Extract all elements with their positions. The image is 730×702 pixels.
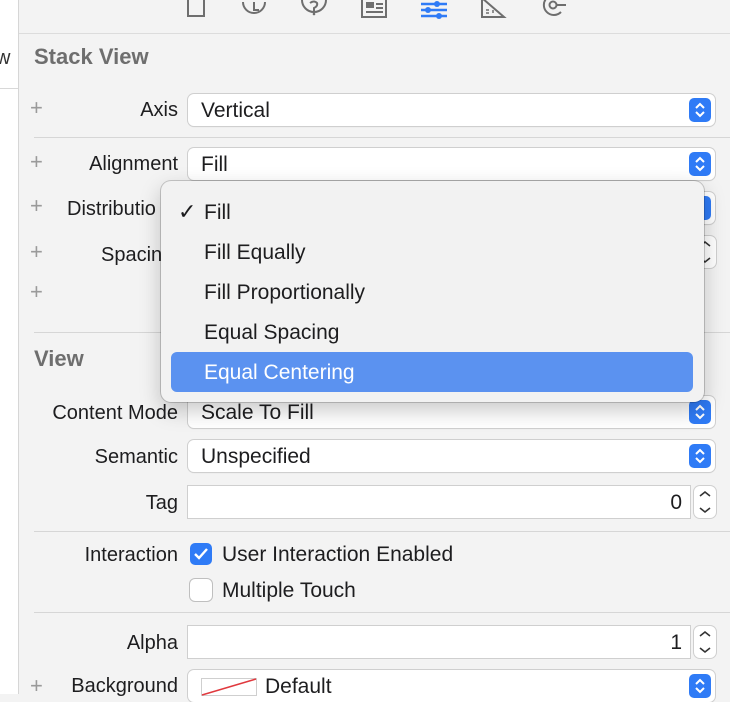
spacing-label: Spacin — [101, 244, 163, 266]
background-popup[interactable]: Default — [188, 670, 715, 702]
menu-item-label: Fill Equally — [204, 241, 306, 264]
semantic-popup[interactable]: Unspecified — [188, 440, 715, 472]
history-icon[interactable] — [239, 0, 269, 20]
axis-value: Vertical — [201, 99, 270, 122]
alpha-field[interactable]: 1 — [188, 626, 690, 658]
alpha-stepper[interactable] — [694, 626, 716, 658]
menu-item-equal-centering[interactable]: Equal Centering — [171, 352, 693, 392]
semantic-value: Unspecified — [201, 445, 311, 468]
menu-item-label: Equal Centering — [204, 361, 355, 384]
interaction-label: Interaction — [84, 544, 178, 566]
navigator-pane-edge: w — [0, 0, 19, 694]
color-swatch-icon — [201, 678, 257, 696]
divider — [34, 612, 730, 613]
alignment-value: Fill — [201, 153, 228, 176]
tag-stepper[interactable] — [694, 486, 716, 518]
tag-label: Tag — [145, 492, 178, 514]
attributes-icon[interactable] — [419, 0, 449, 20]
menu-item-equal-spacing[interactable]: Equal Spacing — [171, 312, 693, 352]
semantic-popup-arrows-icon — [689, 444, 711, 468]
distribution-add-variation-button[interactable]: + — [30, 195, 43, 217]
navigator-divider — [0, 88, 18, 89]
spacing-add-variation-button[interactable]: + — [30, 241, 43, 263]
alignment-popup[interactable]: Fill — [188, 148, 715, 180]
distribution-label: Distributio — [67, 198, 156, 220]
alignment-popup-arrows-icon — [689, 152, 711, 176]
identity-icon[interactable] — [359, 0, 389, 20]
menu-item-label: Fill Proportionally — [204, 281, 366, 304]
multiple-touch-label: Multiple Touch — [222, 579, 356, 602]
stack-view-section-title: Stack View — [34, 44, 149, 69]
background-value: Default — [265, 675, 332, 698]
user-interaction-label: User Interaction Enabled — [222, 543, 454, 566]
background-label: Background — [71, 675, 178, 697]
content-mode-popup-arrows-icon — [689, 400, 711, 424]
alpha-label: Alpha — [126, 632, 178, 654]
alignment-add-variation-button[interactable]: + — [30, 151, 43, 173]
alpha-value: 1 — [670, 631, 682, 654]
menu-item-label: Equal Spacing — [204, 321, 340, 344]
axis-popup-arrows-icon — [689, 98, 711, 122]
file-icon[interactable] — [182, 0, 212, 20]
content-mode-value: Scale To Fill — [201, 401, 314, 424]
content-mode-label: Content Mode — [52, 402, 178, 424]
user-interaction-checkbox[interactable] — [190, 543, 212, 565]
alignment-label: Alignment — [89, 153, 178, 175]
checkmark-icon: ✓ — [178, 199, 197, 224]
multiple-touch-checkbox[interactable] — [190, 579, 212, 601]
connections-icon[interactable] — [539, 0, 569, 20]
menu-item-fill[interactable]: ✓ Fill — [171, 192, 693, 232]
inspector-toolbar — [19, 0, 730, 34]
axis-label: Axis — [140, 99, 178, 121]
distribution-dropdown-menu: ✓ Fill Fill Equally Fill Proportionally … — [161, 181, 704, 402]
tag-field[interactable]: 0 — [188, 486, 690, 518]
divider — [34, 137, 730, 138]
tag-value: 0 — [670, 491, 682, 514]
size-icon[interactable] — [479, 0, 509, 20]
navigator-text-fragment: w — [0, 47, 11, 69]
axis-popup[interactable]: Vertical — [188, 94, 715, 126]
menu-item-fill-equally[interactable]: Fill Equally — [171, 232, 693, 272]
divider — [34, 531, 730, 532]
help-icon[interactable] — [299, 0, 329, 20]
background-popup-arrows-icon — [689, 674, 711, 698]
view-section-title: View — [34, 346, 84, 371]
stack-add-variation-button[interactable]: + — [30, 281, 43, 303]
menu-item-label: Fill — [204, 201, 231, 224]
menu-item-fill-proportionally[interactable]: Fill Proportionally — [171, 272, 693, 312]
semantic-label: Semantic — [94, 446, 178, 468]
axis-add-variation-button[interactable]: + — [30, 97, 43, 119]
